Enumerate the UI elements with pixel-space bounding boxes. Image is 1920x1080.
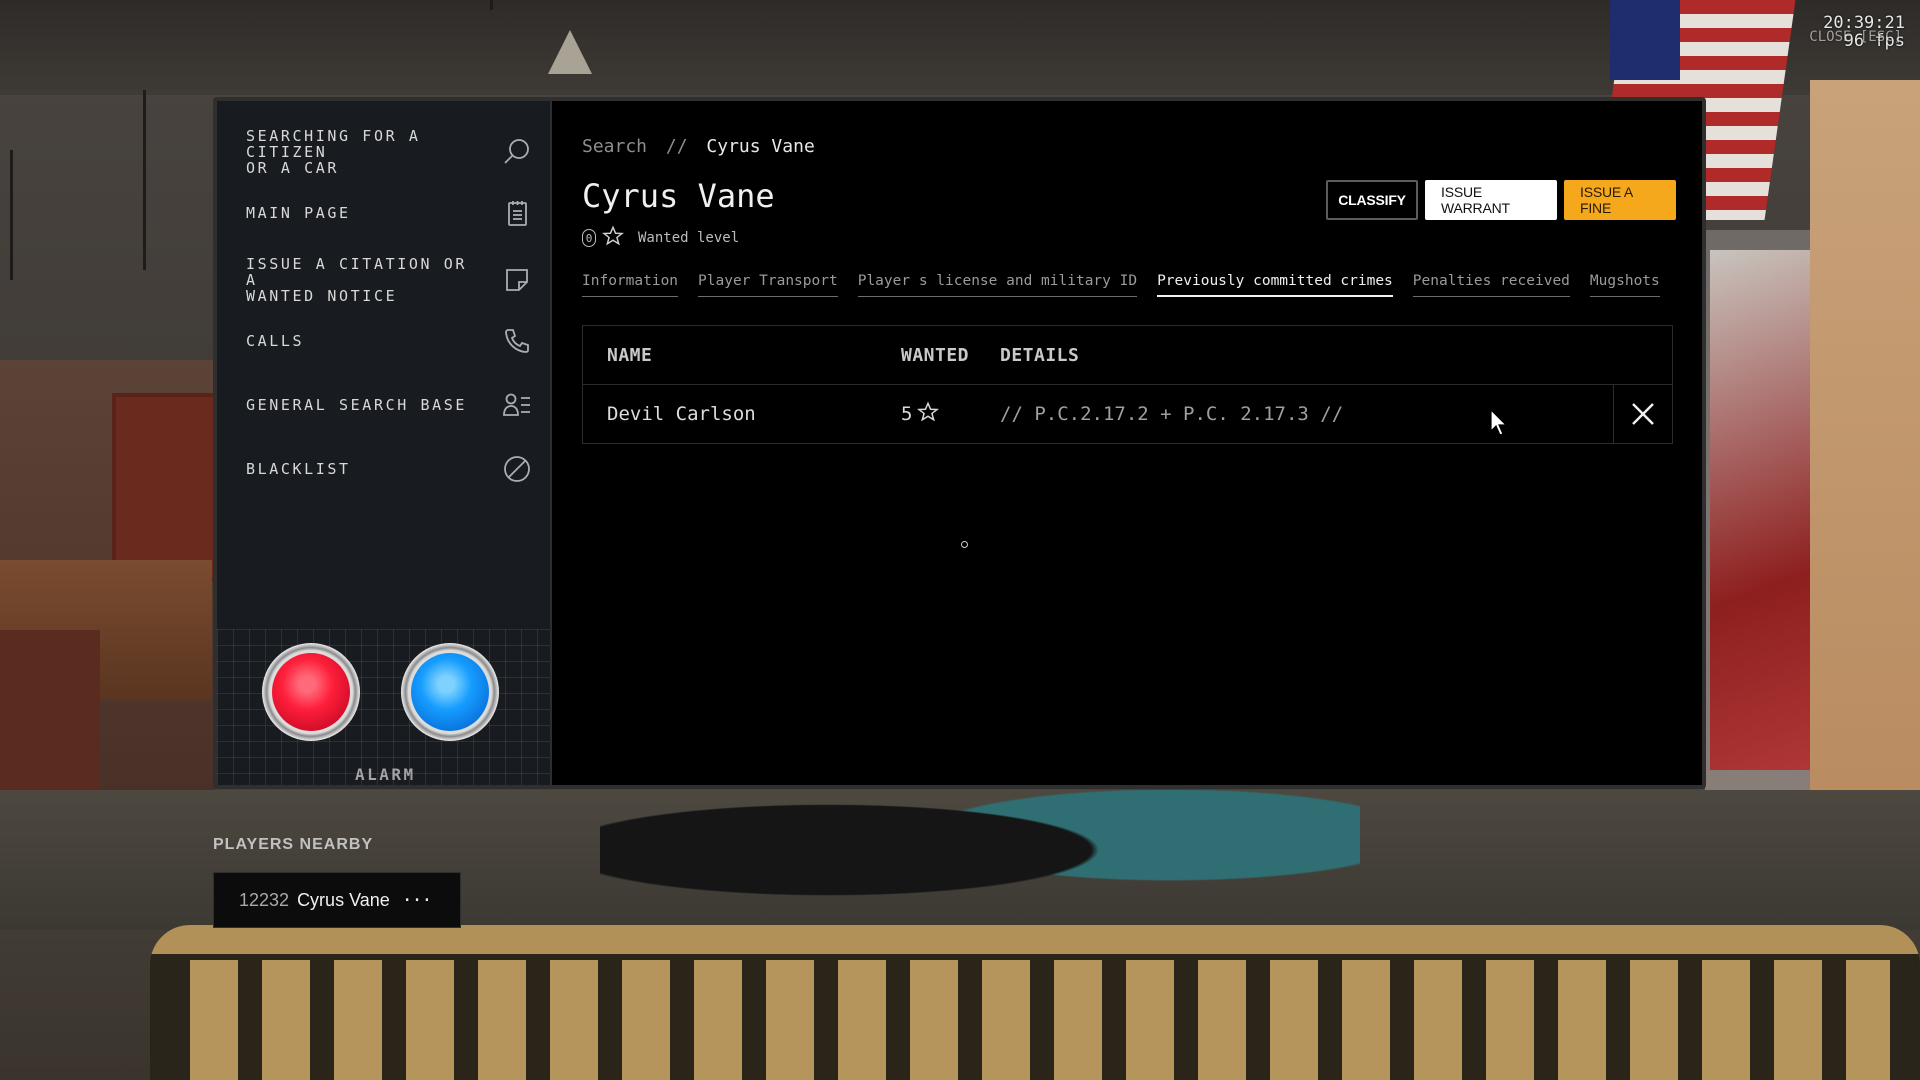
page-title: Cyrus Vane: [582, 177, 775, 215]
nearby-player-card[interactable]: 12232 Cyrus Vane ···: [213, 872, 461, 928]
loading-dot: [961, 541, 968, 548]
close-hint[interactable]: CLOSE [ESC]: [1809, 28, 1902, 46]
sidebar-item-issue-citation[interactable]: ISSUE A CITATION OR A WANTED NOTICE: [217, 251, 550, 309]
note-icon: [500, 263, 534, 297]
hanging-lamp-cord: [143, 90, 146, 270]
tab-license-military-id[interactable]: Player s license and military ID: [857, 273, 1138, 297]
characters-standing: [600, 790, 1360, 940]
breadcrumb-root[interactable]: Search: [582, 136, 647, 157]
alarm-red-light: [272, 653, 350, 731]
row-details: // P.C.2.17.2 + P.C. 2.17.3 //: [1000, 403, 1344, 425]
close-icon: [1632, 403, 1654, 425]
star-icon: [601, 225, 625, 251]
breadcrumb-separator: //: [665, 136, 688, 157]
more-options-icon[interactable]: ···: [402, 890, 432, 911]
column-header-wanted: WANTED: [901, 344, 970, 366]
issue-warrant-button[interactable]: ISSUE WARRANT: [1425, 180, 1557, 220]
tab-bar: Information Player Transport Player s li…: [582, 273, 1660, 297]
alarm-blue-button[interactable]: [401, 643, 499, 741]
breadcrumb: Search // Cyrus Vane: [582, 136, 815, 157]
tab-player-transport[interactable]: Player Transport: [698, 273, 838, 297]
column-header-name: NAME: [607, 344, 653, 366]
nearby-player-name: Cyrus Vane: [297, 889, 390, 910]
wanted-count: 0: [582, 229, 596, 247]
tab-mugshots[interactable]: Mugshots: [1589, 273, 1660, 297]
tab-penalties-received[interactable]: Penalties received: [1412, 273, 1570, 297]
sidebar-item-label: BLACKLIST: [246, 460, 351, 478]
ceiling-lamp-shade: [548, 30, 592, 74]
action-buttons: CLASSIFY ISSUE WARRANT ISSUE A FINE: [1326, 180, 1676, 220]
alarm-blue-light: [411, 653, 489, 731]
nearby-player-id: 12232: [239, 889, 290, 910]
sidebar-item-blacklist[interactable]: BLACKLIST: [217, 449, 550, 489]
wanted-label: Wanted level: [638, 230, 740, 246]
wanted-level: 0 Wanted level: [582, 225, 739, 251]
wall-panel: [1810, 80, 1920, 860]
clipboard-icon: [500, 196, 534, 230]
search-icon: [500, 135, 534, 169]
phone-icon: [500, 324, 534, 358]
judge-desk: [0, 630, 100, 800]
breadcrumb-current: Cyrus Vane: [706, 136, 815, 157]
sidebar-item-search[interactable]: SEARCHING FOR A CITIZEN OR A CAR: [217, 117, 550, 187]
flag-canton: [1610, 0, 1680, 80]
sidebar-item-general-search[interactable]: GENERAL SEARCH BASE: [217, 385, 550, 425]
hanging-lamp-cord: [10, 150, 13, 280]
police-tablet: SEARCHING FOR A CITIZEN OR A CAR MAIN PA…: [213, 97, 1706, 789]
ceiling-lamp: [490, 0, 493, 10]
star-icon: [917, 400, 940, 428]
sidebar-item-label: MAIN PAGE: [246, 204, 351, 222]
tab-previous-crimes[interactable]: Previously committed crimes: [1157, 273, 1393, 297]
blocked-icon: [500, 452, 534, 486]
main-content: Search // Cyrus Vane Cyrus Vane 0 Wanted…: [552, 101, 1702, 785]
sidebar: SEARCHING FOR A CITIZEN OR A CAR MAIN PA…: [217, 101, 552, 785]
user-list-icon: [500, 388, 534, 422]
sidebar-item-calls[interactable]: CALLS: [217, 321, 550, 361]
courtroom-door: [112, 393, 222, 581]
row-name: Devil Carlson: [607, 403, 756, 425]
gallery-seat-slats: [190, 960, 1890, 1080]
sidebar-item-label: ISSUE A CITATION OR A WANTED NOTICE: [246, 255, 467, 305]
column-header-details: DETAILS: [1000, 344, 1080, 366]
row-wanted-value: 5: [901, 403, 913, 425]
sidebar-item-label: GENERAL SEARCH BASE: [246, 396, 467, 414]
alarm-red-button[interactable]: [262, 643, 360, 741]
remove-row-button[interactable]: [1613, 385, 1672, 443]
alarm-label: ALARM: [355, 765, 416, 784]
classify-button[interactable]: CLASSIFY: [1326, 180, 1418, 220]
sidebar-item-main-page[interactable]: MAIN PAGE: [217, 193, 550, 233]
sidebar-item-label: SEARCHING FOR A CITIZEN OR A CAR: [246, 127, 421, 177]
tab-information[interactable]: Information: [582, 273, 679, 297]
nearby-players-title: PLAYERS NEARBY: [213, 836, 374, 853]
issue-fine-button[interactable]: ISSUE A FINE: [1564, 180, 1676, 220]
table-header: NAME WANTED DETAILS: [583, 326, 1672, 385]
row-wanted: 5: [901, 400, 1000, 428]
sidebar-item-label: CALLS: [246, 332, 305, 350]
